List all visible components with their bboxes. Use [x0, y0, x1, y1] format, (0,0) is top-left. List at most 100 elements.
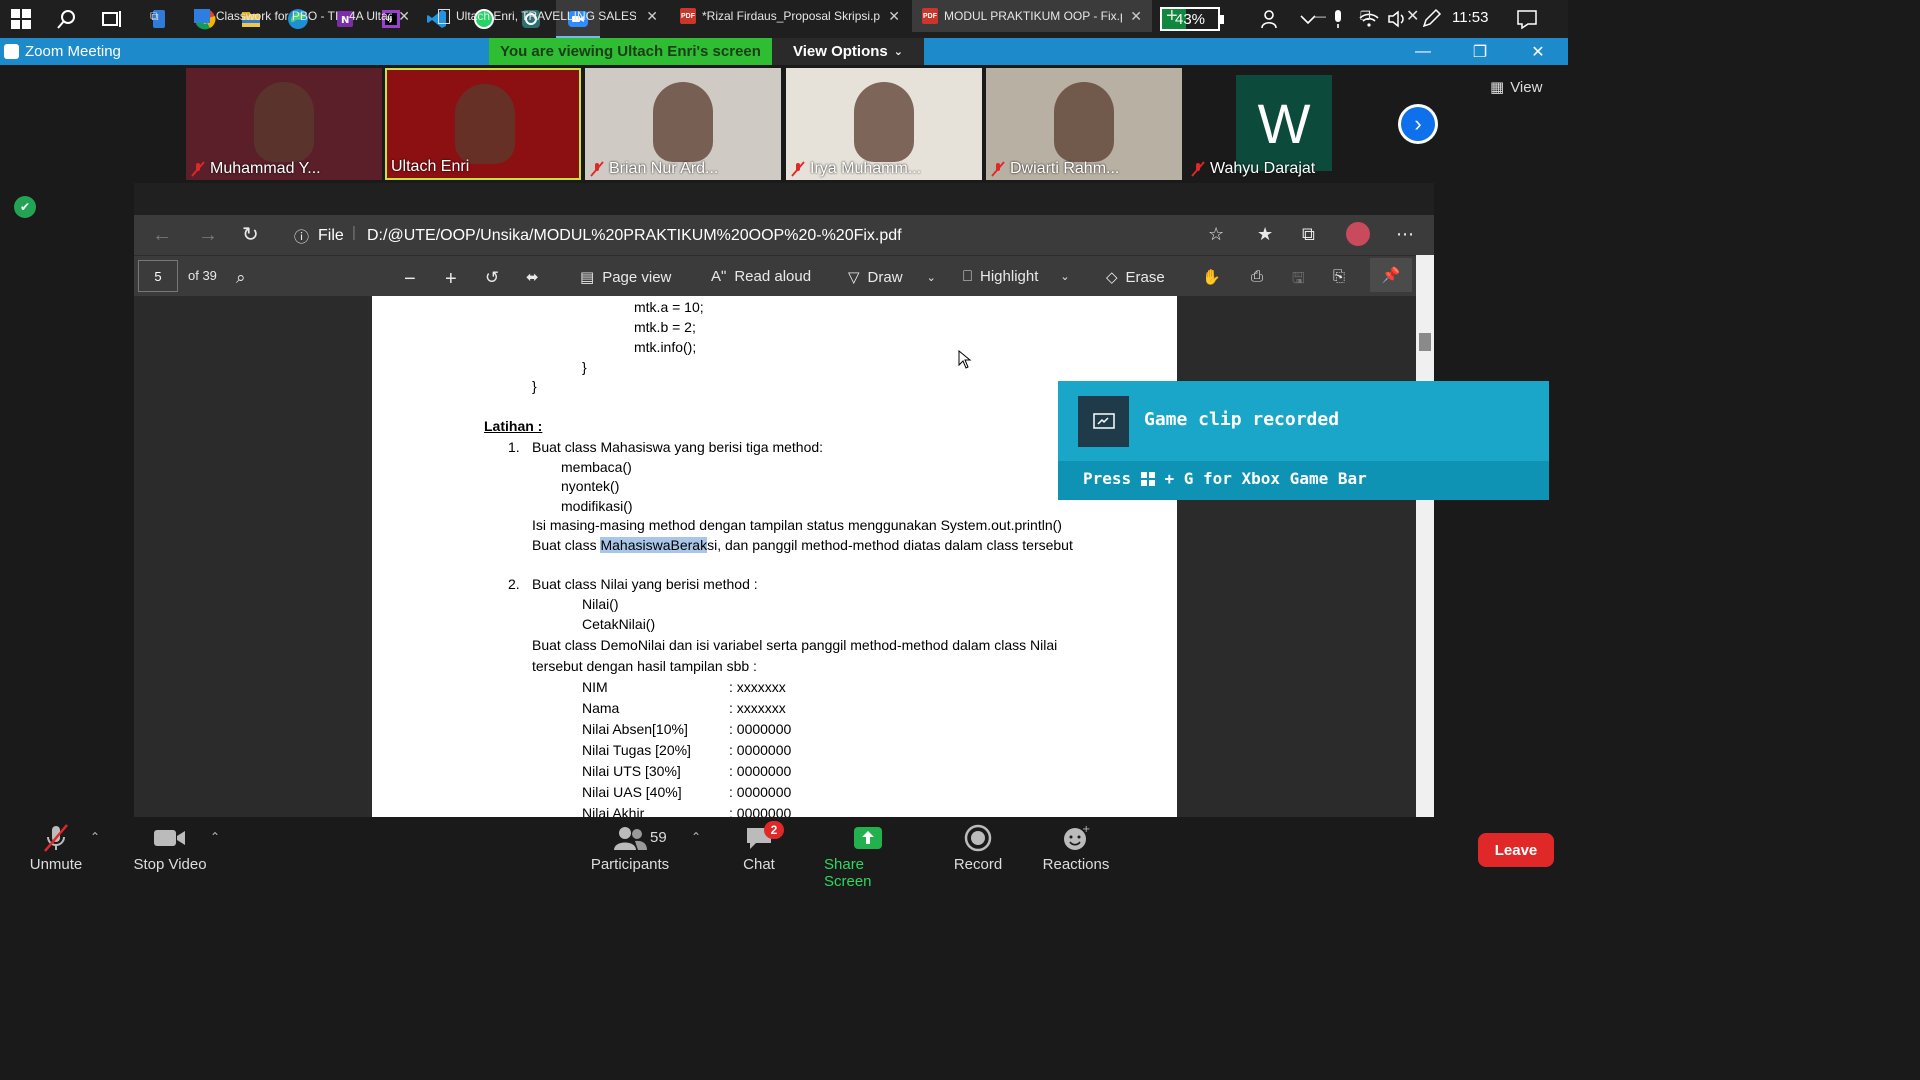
- address-scheme[interactable]: File: [318, 227, 344, 245]
- scrollbar-thumb[interactable]: [1419, 333, 1431, 351]
- record-icon: [964, 820, 992, 856]
- restore-button[interactable]: ❐: [1457, 38, 1503, 65]
- participants-options-caret[interactable]: ⌃: [691, 830, 701, 844]
- new-tab-icon[interactable]: +: [1156, 0, 1186, 32]
- tab-title: MODUL PRAKTIKUM OOP - Fix.p: [944, 9, 1122, 23]
- close-tab-icon[interactable]: ✕: [1130, 8, 1142, 25]
- page-total: of 39: [188, 268, 217, 283]
- read-aloud-button[interactable]: Aʺ Read aloud: [711, 268, 811, 285]
- people-icon[interactable]: [1258, 6, 1284, 32]
- stop-video-label: Stop Video: [133, 856, 207, 873]
- tab-modul-praktikum[interactable]: PDF MODUL PRAKTIKUM OOP - Fix.p ✕: [912, 0, 1152, 32]
- item-number: 1.: [508, 439, 520, 455]
- participant-video: [254, 82, 314, 162]
- selected-text[interactable]: MahasiswaBerak: [600, 537, 708, 553]
- participant-tile[interactable]: Dwiarti Rahm...: [986, 68, 1182, 180]
- save-icon[interactable]: 🖫: [1292, 268, 1305, 293]
- shield-check-icon[interactable]: ✔: [14, 196, 36, 218]
- close-tab-icon[interactable]: ✕: [888, 8, 900, 25]
- tab-actions-icon[interactable]: ⧉: [140, 0, 180, 32]
- method-name: CetakNilai(): [582, 616, 656, 632]
- task-view-icon[interactable]: [98, 6, 124, 32]
- participant-name-label: Ultach Enri: [391, 158, 469, 176]
- game-clip-toast[interactable]: Game clip recorded Press + G for Xbox Ga…: [1058, 381, 1549, 500]
- participant-name: Muhammad Y...: [210, 160, 321, 177]
- reactions-button[interactable]: + Reactions: [1042, 820, 1110, 873]
- record-label: Record: [953, 856, 1003, 873]
- back-icon[interactable]: ←: [152, 224, 172, 247]
- browser-minimize-button[interactable]: ―: [1304, 0, 1334, 32]
- erase-button[interactable]: ◇ Erase: [1106, 268, 1165, 287]
- add-favorite-icon[interactable]: ☆: [1208, 224, 1224, 245]
- share-screen-button[interactable]: Share Screen: [824, 820, 912, 890]
- window-title: Zoom Meeting: [25, 43, 121, 60]
- participant-tile[interactable]: Irya Muhamm...: [786, 68, 982, 180]
- save-as-icon[interactable]: ⎘: [1333, 268, 1345, 285]
- chevron-right-icon: ›: [1401, 107, 1435, 141]
- chevron-down-icon[interactable]: ⌄: [927, 271, 936, 284]
- page-number-input[interactable]: 5: [138, 260, 178, 292]
- forward-icon[interactable]: →: [198, 224, 218, 247]
- pdf-scrollbar[interactable]: [1416, 255, 1434, 817]
- close-button[interactable]: ✕: [1515, 38, 1561, 65]
- table-row-label: Nilai Akhir: [582, 805, 645, 817]
- table-row-value: : xxxxxxx: [729, 679, 786, 695]
- participant-tile[interactable]: Brian Nur Ard...: [585, 68, 781, 180]
- refresh-icon[interactable]: ↻: [242, 222, 259, 247]
- address-url[interactable]: D:/@UTE/OOP/Unsika/MODUL%20PRAKTIKUM%20O…: [367, 227, 902, 245]
- pin-toolbar-icon[interactable]: 📌: [1370, 258, 1412, 292]
- profile-avatar[interactable]: [1346, 222, 1370, 246]
- next-participants-button[interactable]: ›: [1398, 104, 1438, 144]
- zoom-in-icon[interactable]: +: [445, 268, 457, 291]
- rotate-icon[interactable]: ↺: [485, 268, 499, 288]
- video-options-caret[interactable]: ⌃: [210, 830, 220, 844]
- audio-options-caret[interactable]: ⌃: [90, 830, 100, 844]
- search-icon[interactable]: [54, 6, 80, 32]
- browser-close-button[interactable]: ✕: [1396, 0, 1426, 32]
- more-options-icon[interactable]: ⋯: [1396, 224, 1414, 245]
- tab-traveling-salesman[interactable]: Ultach Enri, TRAVELLING SALESM ✕: [428, 0, 668, 32]
- chevron-down-icon[interactable]: ⌄: [1060, 270, 1069, 283]
- view-button[interactable]: ▦ View: [1490, 74, 1560, 100]
- leave-button[interactable]: Leave: [1478, 833, 1554, 867]
- draw-button[interactable]: ▽ Draw ⌄: [848, 268, 936, 287]
- toast-subtitle-post: + G for Xbox Game Bar: [1164, 469, 1367, 488]
- stop-video-button[interactable]: Stop Video: [130, 820, 210, 873]
- close-tab-icon[interactable]: ✕: [398, 8, 410, 25]
- participant-tile[interactable]: Ultach Enri: [385, 68, 581, 180]
- browser-restore-button[interactable]: ❐: [1350, 0, 1380, 32]
- touch-icon[interactable]: ✋: [1202, 268, 1221, 286]
- windows-start-icon[interactable]: [8, 6, 34, 32]
- collections-icon[interactable]: ⧉: [1302, 224, 1315, 245]
- table-row-label: NIM: [582, 679, 608, 695]
- minimize-button[interactable]: ―: [1400, 38, 1446, 65]
- participant-tile[interactable]: W Wahyu Darajat: [1186, 68, 1382, 180]
- close-tab-icon[interactable]: ✕: [646, 8, 658, 25]
- info-icon[interactable]: ⓘ: [294, 226, 309, 247]
- tab-classwork[interactable]: Classwork for PBO - TI - 4A Ultac ✕: [184, 0, 420, 32]
- notifications-icon[interactable]: [1514, 6, 1540, 32]
- page-view-button[interactable]: ▤ Page view: [580, 268, 671, 287]
- fit-page-icon[interactable]: ⬌: [526, 268, 539, 286]
- chevron-down-icon: ⌄: [893, 46, 903, 58]
- tab-proposal[interactable]: PDF *Rizal Firdaus_Proposal Skripsi.p ✕: [670, 0, 910, 32]
- table-row-label: Nama: [582, 700, 620, 716]
- share-screen-label: Share Screen: [824, 856, 872, 890]
- muted-microphone-icon: [41, 820, 71, 856]
- clock[interactable]: 11:53: [1452, 9, 1488, 26]
- unmute-button[interactable]: Unmute: [26, 820, 86, 873]
- record-button[interactable]: Record: [952, 820, 1004, 873]
- highlight-button[interactable]: ⎕ Highlight ⌄: [963, 268, 1070, 285]
- find-icon[interactable]: ⌕: [236, 268, 246, 288]
- print-icon[interactable]: ⎙: [1251, 268, 1263, 285]
- participants-button[interactable]: Participants: [590, 820, 670, 873]
- favorites-icon[interactable]: ★: [1257, 224, 1273, 245]
- item-number: 2.: [508, 576, 520, 592]
- smiley-icon: +: [1062, 820, 1090, 856]
- zoom-toolbar: [0, 817, 1568, 882]
- participant-tile[interactable]: Muhammad Y...: [186, 68, 382, 180]
- table-row-label: Nilai UTS [30%]: [582, 763, 681, 779]
- zoom-out-icon[interactable]: −: [404, 268, 416, 291]
- view-options-button[interactable]: View Options ⌄: [772, 38, 924, 65]
- method-name: modifikasi(): [561, 498, 633, 514]
